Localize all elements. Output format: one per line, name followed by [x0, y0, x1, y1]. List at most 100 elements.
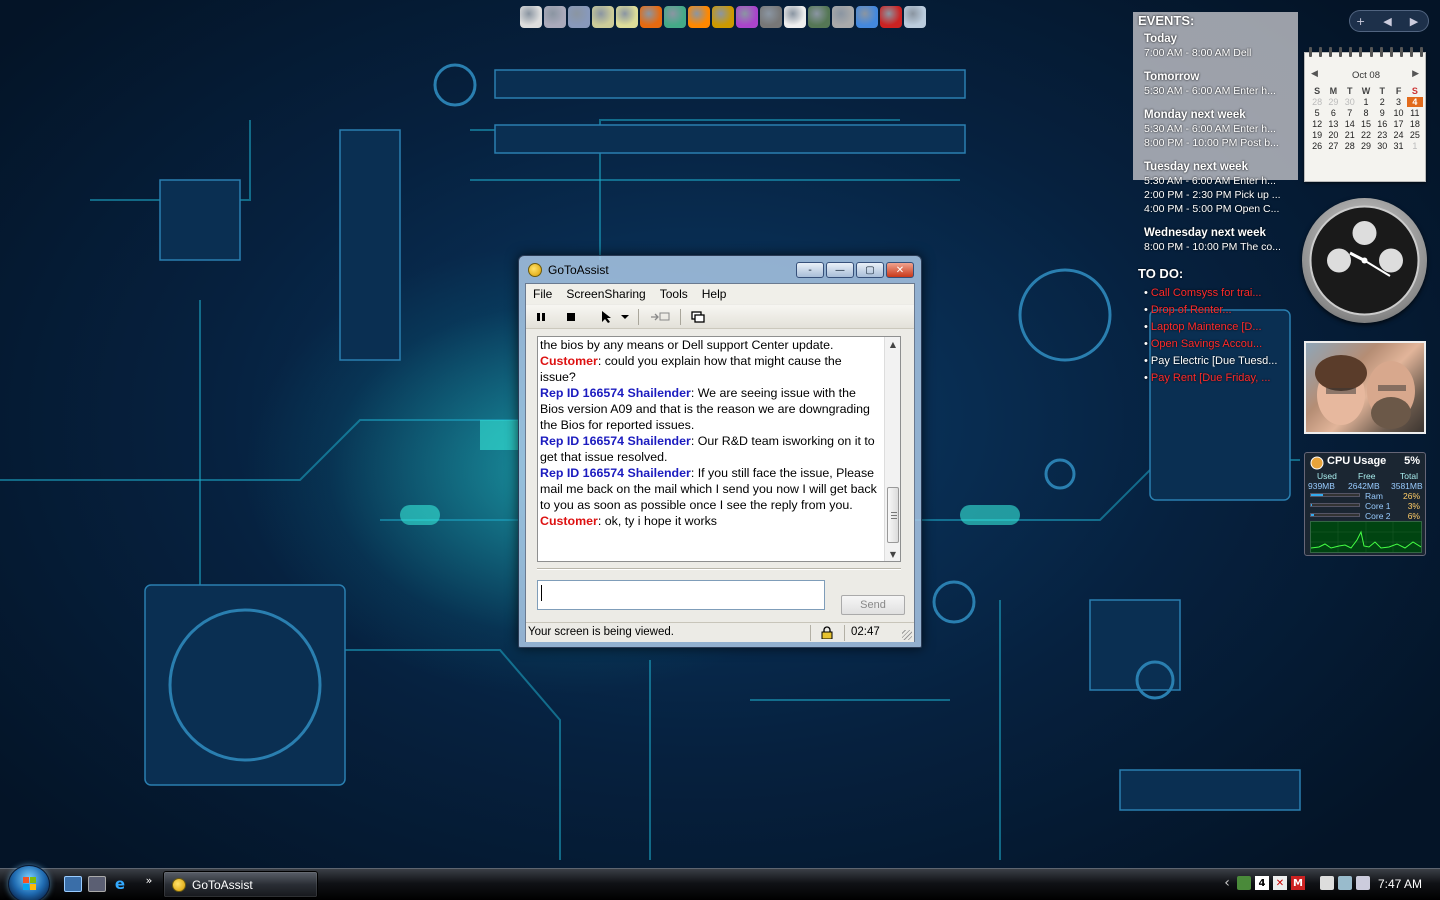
tray-app-icon-2[interactable]: 4 [1255, 876, 1269, 890]
network-globe-icon[interactable] [568, 6, 590, 28]
minimize-button[interactable]: — [826, 262, 854, 278]
todo-item[interactable]: • Drop of Renter... [1144, 304, 1281, 316]
scroll-thumb[interactable] [887, 487, 899, 543]
quicktime-icon[interactable] [880, 6, 902, 28]
event-item[interactable]: 8:00 PM - 10:00 PM Post b... [1144, 137, 1280, 149]
calendar-day[interactable]: 18 [1407, 119, 1423, 129]
todo-item[interactable]: • Laptop Maintence [D... [1144, 321, 1281, 333]
tray-app-icon-5[interactable] [1320, 876, 1334, 890]
menu-tools[interactable]: Tools [653, 287, 695, 301]
calendar-day[interactable]: 1 [1407, 141, 1423, 151]
sidebar-next-button[interactable]: ▶ [1410, 15, 1418, 28]
folder-icon[interactable] [592, 6, 614, 28]
add-gadget-button[interactable]: + [1356, 15, 1365, 28]
switch-windows-icon[interactable] [88, 876, 106, 892]
calendar-day[interactable]: 5 [1309, 108, 1325, 118]
event-item[interactable]: 5:30 AM - 6:00 AM Enter h... [1144, 175, 1280, 187]
show-desktop-icon[interactable] [64, 876, 82, 892]
tray-app-icon-4[interactable]: M [1291, 876, 1305, 890]
pinwheel-icon[interactable] [784, 6, 806, 28]
calendar-day[interactable]: 23 [1374, 130, 1390, 140]
event-item[interactable]: 8:00 PM - 10:00 PM The co... [1144, 241, 1280, 253]
sidebar-prev-button[interactable]: ◀ [1383, 15, 1391, 28]
menu-screensharing[interactable]: ScreenSharing [559, 287, 652, 301]
calendar-day[interactable]: 16 [1374, 119, 1390, 129]
send-button[interactable]: Send [841, 595, 905, 615]
document-icon[interactable] [520, 6, 542, 28]
tray-app-icon-3[interactable]: ✕ [1273, 876, 1287, 890]
event-item[interactable]: 5:30 AM - 6:00 AM Enter h... [1144, 85, 1280, 97]
recycle-bin-icon[interactable] [904, 6, 926, 28]
maximize-button[interactable]: ▢ [856, 262, 884, 278]
window-titlebar[interactable]: GoToAssist - — ▢ ✕ [519, 256, 921, 284]
event-item[interactable]: 2:00 PM - 2:30 PM Pick up ... [1144, 189, 1280, 201]
folder-open-icon[interactable] [616, 6, 638, 28]
scroll-up-icon[interactable]: ▲ [885, 337, 900, 351]
todo-item[interactable]: • Open Savings Accou... [1144, 338, 1281, 350]
calendar-day[interactable]: 19 [1309, 130, 1325, 140]
map-icon[interactable] [832, 6, 854, 28]
message-input[interactable] [537, 580, 825, 610]
calendar-day[interactable]: 26 [1309, 141, 1325, 151]
hard-drive-icon[interactable] [544, 6, 566, 28]
chat-transcript[interactable]: the bios by any means or Dell support Ce… [537, 336, 901, 562]
menu-help[interactable]: Help [695, 287, 734, 301]
calendar-day[interactable]: 2 [1374, 97, 1390, 107]
event-item[interactable]: 4:00 PM - 5:00 PM Open C... [1144, 203, 1280, 215]
calendar-day[interactable]: 9 [1374, 108, 1390, 118]
chevron-down-icon[interactable] [620, 308, 630, 326]
calendar-day[interactable]: 24 [1390, 130, 1406, 140]
start-button[interactable] [8, 865, 50, 900]
menu-file[interactable]: File [526, 287, 559, 301]
itunes-icon[interactable] [856, 6, 878, 28]
monitors-icon[interactable] [688, 308, 708, 326]
todo-item[interactable]: • Pay Rent [Due Friday, ... [1144, 372, 1281, 384]
gotoassist-window[interactable]: GoToAssist - — ▢ ✕ File ScreenSharing To… [518, 255, 922, 648]
calendar-day[interactable]: 30 [1342, 97, 1358, 107]
calendar-day[interactable]: 15 [1358, 119, 1374, 129]
calendar-day[interactable]: 31 [1390, 141, 1406, 151]
chat-scrollbar[interactable]: ▲ ▼ [884, 337, 900, 561]
calendar-day[interactable]: 8 [1358, 108, 1374, 118]
taskbar-clock[interactable]: 7:47 AM [1378, 877, 1422, 891]
calendar-day[interactable]: 13 [1325, 119, 1341, 129]
calendar-day[interactable]: 30 [1374, 141, 1390, 151]
event-item[interactable]: 7:00 AM - 8:00 AM Dell [1144, 47, 1280, 59]
volume-icon[interactable] [1356, 876, 1370, 890]
tray-app-icon-1[interactable] [1237, 876, 1251, 890]
internet-explorer-icon[interactable]: e [111, 875, 129, 893]
calendar-day[interactable]: 29 [1325, 97, 1341, 107]
minimize-to-tray-button[interactable]: - [796, 262, 824, 278]
calendar-day[interactable]: 11 [1407, 108, 1423, 118]
calendar-day[interactable]: 28 [1309, 97, 1325, 107]
todo-item[interactable]: • Call Comsyss for trai... [1144, 287, 1281, 299]
firefox-icon[interactable] [640, 6, 662, 28]
event-item[interactable]: 5:30 AM - 6:00 AM Enter h... [1144, 123, 1280, 135]
calendar-day[interactable]: 12 [1309, 119, 1325, 129]
calendar-day[interactable]: 21 [1342, 130, 1358, 140]
switch-screen-icon[interactable] [648, 308, 672, 326]
tools-icon[interactable] [760, 6, 782, 28]
scroll-down-icon[interactable]: ▼ [885, 547, 900, 561]
pause-icon[interactable] [532, 308, 550, 326]
tray-expand-icon[interactable]: ‹ [1220, 875, 1234, 891]
quicklaunch-more-icon[interactable]: » [140, 872, 158, 888]
calendar-day[interactable]: 29 [1358, 141, 1374, 151]
calendar-day[interactable]: 4 [1406, 97, 1423, 107]
calendar-day[interactable]: 10 [1390, 108, 1406, 118]
calendar-day[interactable]: 25 [1407, 130, 1423, 140]
todo-item[interactable]: • Pay Electric [Due Tuesd... [1144, 355, 1281, 367]
calendar-day[interactable]: 17 [1390, 119, 1406, 129]
network-icon[interactable] [1338, 876, 1352, 890]
calendar-day[interactable]: 3 [1390, 97, 1406, 107]
calendar-day[interactable]: 20 [1325, 130, 1341, 140]
calendar-day[interactable]: 14 [1342, 119, 1358, 129]
messenger-icon[interactable] [664, 6, 686, 28]
close-button[interactable]: ✕ [886, 262, 914, 278]
vlc-icon[interactable] [688, 6, 710, 28]
calendar-day[interactable]: 27 [1325, 141, 1341, 151]
pointer-icon[interactable] [598, 308, 616, 326]
calendar-day[interactable]: 28 [1342, 141, 1358, 151]
stop-icon[interactable] [562, 308, 580, 326]
calendar-day[interactable]: 6 [1325, 108, 1341, 118]
